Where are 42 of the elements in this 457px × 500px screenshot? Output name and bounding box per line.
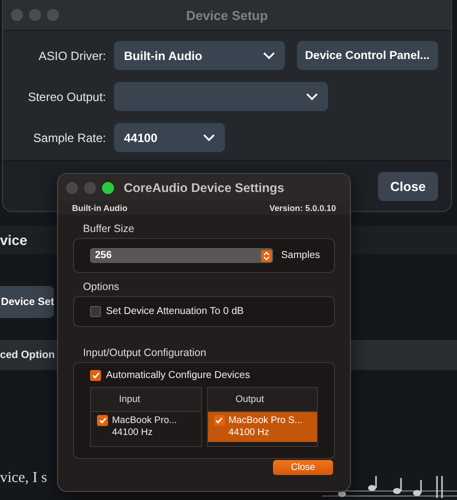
device-name: Built-in Audio	[72, 203, 128, 213]
checkmark-icon	[92, 372, 100, 379]
window-control-icon[interactable]	[102, 182, 114, 194]
device-row[interactable]: MacBook Pro S... 44100 Hz	[208, 412, 317, 442]
close-button[interactable]: Close	[378, 172, 438, 200]
chevron-icon	[306, 92, 318, 100]
checkmark-icon	[98, 417, 106, 424]
version-label: Version: 5.0.0.10	[269, 203, 336, 213]
chevron-icon	[263, 52, 275, 60]
checkbox[interactable]	[90, 306, 101, 317]
checkbox-label: Set Device Attenuation To 0 dB	[106, 306, 244, 317]
checkbox[interactable]	[97, 415, 108, 426]
sample-rate: 44100 Hz	[112, 427, 154, 439]
control-panel-button[interactable]: Device Control Panel...	[297, 41, 438, 70]
column-header: Output	[208, 388, 317, 412]
field-label: ASIO Driver:	[38, 48, 106, 62]
section-label: Input/Output Configuration	[82, 346, 208, 361]
device-row[interactable]: MacBook Pro... 44100 Hz	[91, 412, 200, 442]
device-setup-button[interactable]: Device Set	[0, 286, 54, 318]
device-name: MacBook Pro...	[112, 415, 177, 427]
stepper-icon[interactable]	[261, 250, 272, 262]
window-title: Device Setup	[185, 8, 269, 22]
dropdown[interactable]: 44100	[114, 123, 225, 152]
field-label: Sample Rate:	[32, 130, 106, 144]
section-heading: ced Option	[0, 349, 55, 361]
section-label: Buffer Size	[82, 222, 136, 237]
checkmark-icon	[215, 417, 223, 424]
field-label: Stereo Output:	[26, 90, 106, 104]
body-text: vice, I s	[0, 470, 48, 487]
column-header: Input	[91, 388, 200, 412]
window-title: CoreAudio Device Settings	[122, 180, 286, 194]
sample-rate: 44100 Hz	[228, 427, 270, 439]
checkbox-label: Automatically Configure Devices	[106, 370, 250, 381]
device-name: MacBook Pro S...	[228, 415, 302, 427]
checkbox[interactable]	[90, 370, 101, 381]
section-label: Options	[82, 280, 120, 295]
checkbox[interactable]	[214, 415, 224, 426]
dropdown[interactable]: Built-in Audio	[114, 41, 285, 70]
chevron-icon	[203, 134, 215, 142]
buffer-size-combo[interactable]: 256	[90, 248, 274, 263]
unit-label: Samples	[281, 250, 320, 261]
section-heading: vice	[0, 232, 28, 248]
